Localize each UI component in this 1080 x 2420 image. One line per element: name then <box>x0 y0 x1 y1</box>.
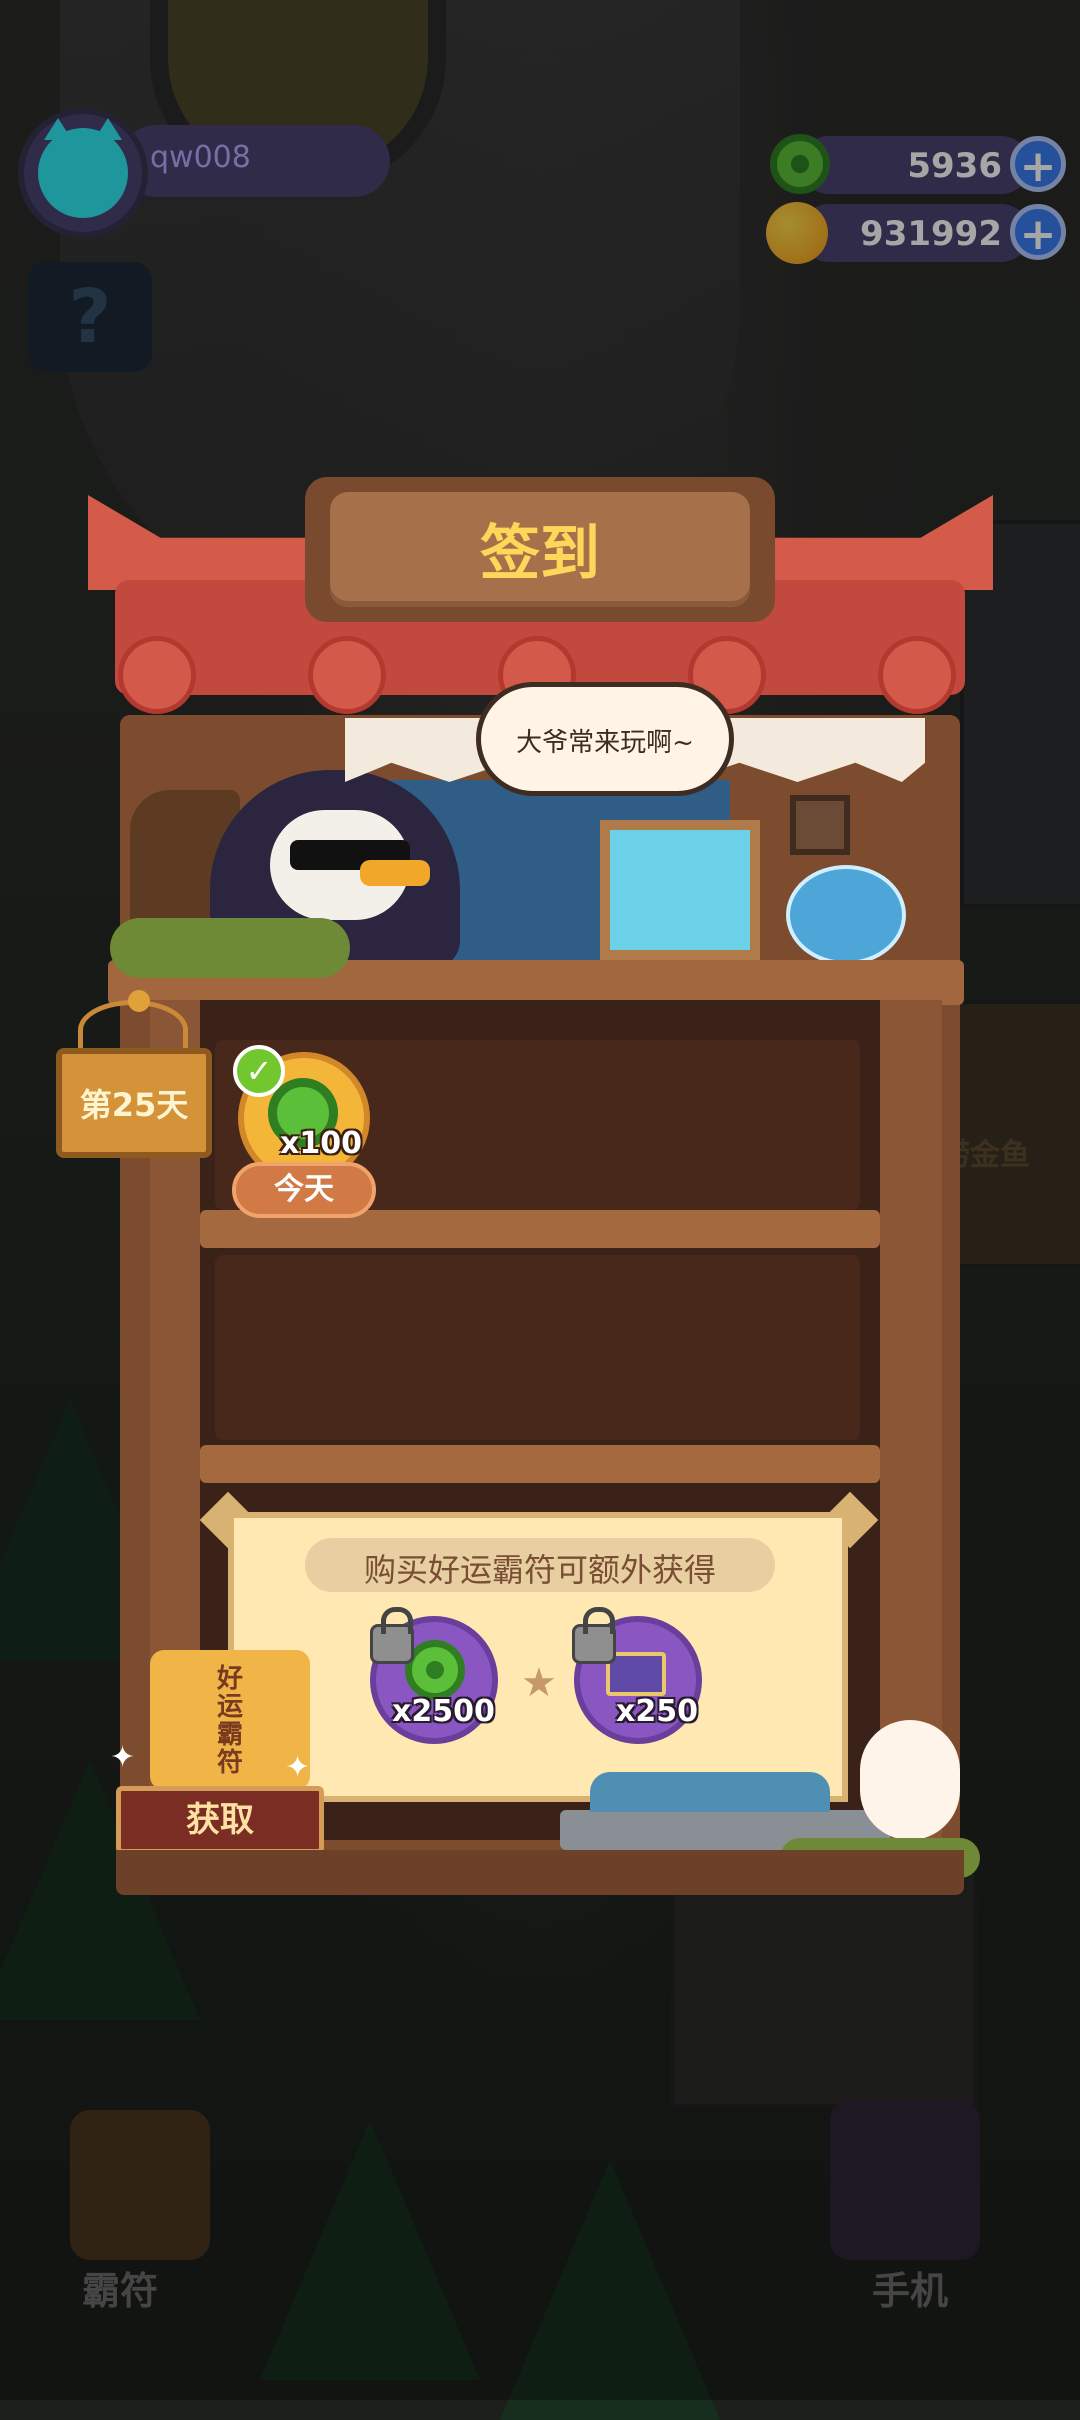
cabinet-base <box>116 1850 964 1895</box>
moss-decoration <box>110 918 350 978</box>
roof-tile <box>308 636 386 714</box>
modal-title: 签到 <box>480 519 600 589</box>
shelf-slot <box>215 1255 860 1440</box>
day-label: 第25天 <box>79 1086 189 1124</box>
speech-text: 大爷常来玩啊~ <box>516 728 694 758</box>
sparkle-icon: ✦ <box>110 1740 136 1775</box>
bonus-qty-ticket: x250 <box>616 1694 698 1729</box>
sparkle-icon: ✦ <box>285 1750 311 1785</box>
roof-tile <box>878 636 956 714</box>
today-label: 今天 <box>232 1162 376 1218</box>
fish-bowl-icon <box>786 865 906 965</box>
cushion <box>590 1772 830 1812</box>
bonus-qty-jade: x2500 <box>392 1694 495 1729</box>
shelf <box>200 1445 880 1483</box>
reward-quantity: x100 <box>280 1126 362 1161</box>
calico-cat <box>860 1720 960 1840</box>
bonus-title: 购买好运霸符可额外获得 <box>363 1551 716 1589</box>
penguin-beak <box>360 860 430 886</box>
star-separator-icon: ★ <box>521 1660 557 1706</box>
sign-hook <box>128 990 150 1012</box>
get-button[interactable]: 获取 <box>116 1786 324 1854</box>
roof-tile <box>118 636 196 714</box>
claimed-check-icon: ✓ <box>233 1045 285 1097</box>
charm-text: 好运霸符 <box>216 1664 243 1778</box>
fish-tank-icon <box>600 820 760 960</box>
picture-frame-icon <box>790 795 850 855</box>
jade-coin-icon <box>405 1640 465 1700</box>
lock-icon <box>572 1607 616 1664</box>
lock-icon <box>370 1607 414 1664</box>
